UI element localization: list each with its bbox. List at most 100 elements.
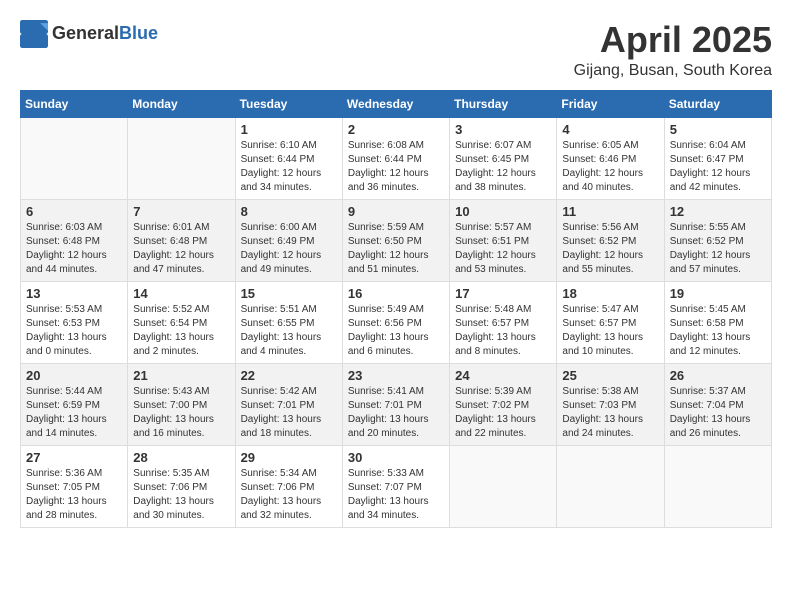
day-number: 9 xyxy=(348,204,444,219)
day-number: 20 xyxy=(26,368,122,383)
day-number: 18 xyxy=(562,286,658,301)
calendar-day-cell: 19 Sunrise: 5:45 AM Sunset: 6:58 PM Dayli… xyxy=(664,281,771,363)
day-number: 21 xyxy=(133,368,229,383)
day-info: Sunrise: 5:35 AM Sunset: 7:06 PM Dayligh… xyxy=(133,467,229,523)
day-number: 8 xyxy=(241,204,337,219)
calendar-day-cell: 5Sunrise: 6:04 AM Sunset: 6:47 PM Daylig… xyxy=(664,117,771,199)
title-area: April 2025 Gijang, Busan, South Korea xyxy=(574,20,772,80)
day-info: Sunrise: 5:55 AM Sunset: 6:52 PM Dayligh… xyxy=(670,221,766,277)
calendar-day-cell: 26Sunrise: 5:37 AM Sunset: 7:04 PM Dayli… xyxy=(664,363,771,445)
day-number: 2 xyxy=(348,122,444,137)
day-header-friday: Friday xyxy=(557,90,664,117)
day-number: 29 xyxy=(241,450,337,465)
day-number: 1 xyxy=(241,122,337,137)
day-info: Sunrise: 6:03 AM Sunset: 6:48 PM Dayligh… xyxy=(26,221,122,277)
day-header-saturday: Saturday xyxy=(664,90,771,117)
day-header-sunday: Sunday xyxy=(21,90,128,117)
logo: GeneralBlue xyxy=(20,20,158,48)
calendar-day-cell: 30 Sunrise: 5:33 AM Sunset: 7:07 PM Dayli… xyxy=(342,445,449,527)
day-number: 15 xyxy=(241,286,337,301)
calendar-day-cell: 7 Sunrise: 6:01 AM Sunset: 6:48 PM Daylig… xyxy=(128,199,235,281)
day-info: Sunrise: 6:10 AM Sunset: 6:44 PM Dayligh… xyxy=(241,139,337,195)
day-info: Sunrise: 5:57 AM Sunset: 6:51 PM Dayligh… xyxy=(455,221,551,277)
calendar-day-cell: 4 Sunrise: 6:05 AM Sunset: 6:46 PM Daylig… xyxy=(557,117,664,199)
month-title: April 2025 xyxy=(574,20,772,60)
day-number: 17 xyxy=(455,286,551,301)
day-number: 30 xyxy=(348,450,444,465)
day-info: Sunrise: 6:00 AM Sunset: 6:49 PM Dayligh… xyxy=(241,221,337,277)
logo-icon xyxy=(20,20,48,48)
calendar-day-cell: 6Sunrise: 6:03 AM Sunset: 6:48 PM Daylig… xyxy=(21,199,128,281)
calendar-day-cell: 9 Sunrise: 5:59 AM Sunset: 6:50 PM Daylig… xyxy=(342,199,449,281)
calendar-day-cell: 13 Sunrise: 5:53 AM Sunset: 6:53 PM Dayli… xyxy=(21,281,128,363)
day-info: Sunrise: 5:33 AM Sunset: 7:07 PM Dayligh… xyxy=(348,467,444,523)
day-number: 4 xyxy=(562,122,658,137)
day-info: Sunrise: 5:39 AM Sunset: 7:02 PM Dayligh… xyxy=(455,385,551,441)
day-number: 28 xyxy=(133,450,229,465)
calendar-header-row: SundayMondayTuesdayWednesdayThursdayFrid… xyxy=(21,90,772,117)
calendar-day-cell: 16 Sunrise: 5:49 AM Sunset: 6:56 PM Dayli… xyxy=(342,281,449,363)
calendar-day-cell: 2Sunrise: 6:08 AM Sunset: 6:44 PM Daylig… xyxy=(342,117,449,199)
day-number: 24 xyxy=(455,368,551,383)
calendar-day-cell: 28 Sunrise: 5:35 AM Sunset: 7:06 PM Dayli… xyxy=(128,445,235,527)
calendar-day-cell: 3 Sunrise: 6:07 AM Sunset: 6:45 PM Daylig… xyxy=(450,117,557,199)
calendar-week-row: 20 Sunrise: 5:44 AM Sunset: 6:59 PM Dayli… xyxy=(21,363,772,445)
calendar-week-row: 27 Sunrise: 5:36 AM Sunset: 7:05 PM Dayli… xyxy=(21,445,772,527)
day-info: Sunrise: 5:47 AM Sunset: 6:57 PM Dayligh… xyxy=(562,303,658,359)
day-info: Sunrise: 5:43 AM Sunset: 7:00 PM Dayligh… xyxy=(133,385,229,441)
day-number: 23 xyxy=(348,368,444,383)
day-number: 27 xyxy=(26,450,122,465)
calendar-day-cell: 25Sunrise: 5:38 AM Sunset: 7:03 PM Dayli… xyxy=(557,363,664,445)
calendar-day-cell: 21 Sunrise: 5:43 AM Sunset: 7:00 PM Dayli… xyxy=(128,363,235,445)
day-number: 14 xyxy=(133,286,229,301)
day-number: 3 xyxy=(455,122,551,137)
calendar-day-cell: 20 Sunrise: 5:44 AM Sunset: 6:59 PM Dayli… xyxy=(21,363,128,445)
calendar-day-cell xyxy=(21,117,128,199)
day-info: Sunrise: 5:49 AM Sunset: 6:56 PM Dayligh… xyxy=(348,303,444,359)
day-header-tuesday: Tuesday xyxy=(235,90,342,117)
day-number: 7 xyxy=(133,204,229,219)
calendar-day-cell: 23 Sunrise: 5:41 AM Sunset: 7:01 PM Dayli… xyxy=(342,363,449,445)
day-info: Sunrise: 5:34 AM Sunset: 7:06 PM Dayligh… xyxy=(241,467,337,523)
calendar-day-cell: 12 Sunrise: 5:55 AM Sunset: 6:52 PM Dayli… xyxy=(664,199,771,281)
logo-text: GeneralBlue xyxy=(52,24,158,44)
calendar-day-cell xyxy=(664,445,771,527)
day-info: Sunrise: 5:36 AM Sunset: 7:05 PM Dayligh… xyxy=(26,467,122,523)
calendar-day-cell: 14 Sunrise: 5:52 AM Sunset: 6:54 PM Dayli… xyxy=(128,281,235,363)
calendar-day-cell xyxy=(450,445,557,527)
day-number: 5 xyxy=(670,122,766,137)
day-number: 11 xyxy=(562,204,658,219)
day-header-thursday: Thursday xyxy=(450,90,557,117)
day-info: Sunrise: 5:44 AM Sunset: 6:59 PM Dayligh… xyxy=(26,385,122,441)
day-info: Sunrise: 5:37 AM Sunset: 7:04 PM Dayligh… xyxy=(670,385,766,441)
calendar-week-row: 1 Sunrise: 6:10 AM Sunset: 6:44 PM Daylig… xyxy=(21,117,772,199)
day-info: Sunrise: 5:41 AM Sunset: 7:01 PM Dayligh… xyxy=(348,385,444,441)
calendar-day-cell: 15 Sunrise: 5:51 AM Sunset: 6:55 PM Dayli… xyxy=(235,281,342,363)
day-number: 22 xyxy=(241,368,337,383)
calendar-day-cell xyxy=(128,117,235,199)
day-header-wednesday: Wednesday xyxy=(342,90,449,117)
day-number: 16 xyxy=(348,286,444,301)
calendar-day-cell xyxy=(557,445,664,527)
calendar-day-cell: 17 Sunrise: 5:48 AM Sunset: 6:57 PM Dayli… xyxy=(450,281,557,363)
day-info: Sunrise: 5:48 AM Sunset: 6:57 PM Dayligh… xyxy=(455,303,551,359)
calendar-day-cell: 27 Sunrise: 5:36 AM Sunset: 7:05 PM Dayli… xyxy=(21,445,128,527)
day-info: Sunrise: 6:07 AM Sunset: 6:45 PM Dayligh… xyxy=(455,139,551,195)
day-info: Sunrise: 6:01 AM Sunset: 6:48 PM Dayligh… xyxy=(133,221,229,277)
day-info: Sunrise: 5:42 AM Sunset: 7:01 PM Dayligh… xyxy=(241,385,337,441)
day-info: Sunrise: 5:59 AM Sunset: 6:50 PM Dayligh… xyxy=(348,221,444,277)
day-info: Sunrise: 6:05 AM Sunset: 6:46 PM Dayligh… xyxy=(562,139,658,195)
page-header: GeneralBlue April 2025 Gijang, Busan, So… xyxy=(20,20,772,80)
day-number: 10 xyxy=(455,204,551,219)
calendar-day-cell: 1 Sunrise: 6:10 AM Sunset: 6:44 PM Daylig… xyxy=(235,117,342,199)
calendar-day-cell: 18 Sunrise: 5:47 AM Sunset: 6:57 PM Dayli… xyxy=(557,281,664,363)
day-info: Sunrise: 5:53 AM Sunset: 6:53 PM Dayligh… xyxy=(26,303,122,359)
day-info: Sunrise: 5:52 AM Sunset: 6:54 PM Dayligh… xyxy=(133,303,229,359)
day-number: 19 xyxy=(670,286,766,301)
day-info: Sunrise: 5:45 AM Sunset: 6:58 PM Dayligh… xyxy=(670,303,766,359)
day-number: 13 xyxy=(26,286,122,301)
day-info: Sunrise: 5:38 AM Sunset: 7:03 PM Dayligh… xyxy=(562,385,658,441)
day-number: 12 xyxy=(670,204,766,219)
calendar-day-cell: 29 Sunrise: 5:34 AM Sunset: 7:06 PM Dayli… xyxy=(235,445,342,527)
day-info: Sunrise: 5:51 AM Sunset: 6:55 PM Dayligh… xyxy=(241,303,337,359)
